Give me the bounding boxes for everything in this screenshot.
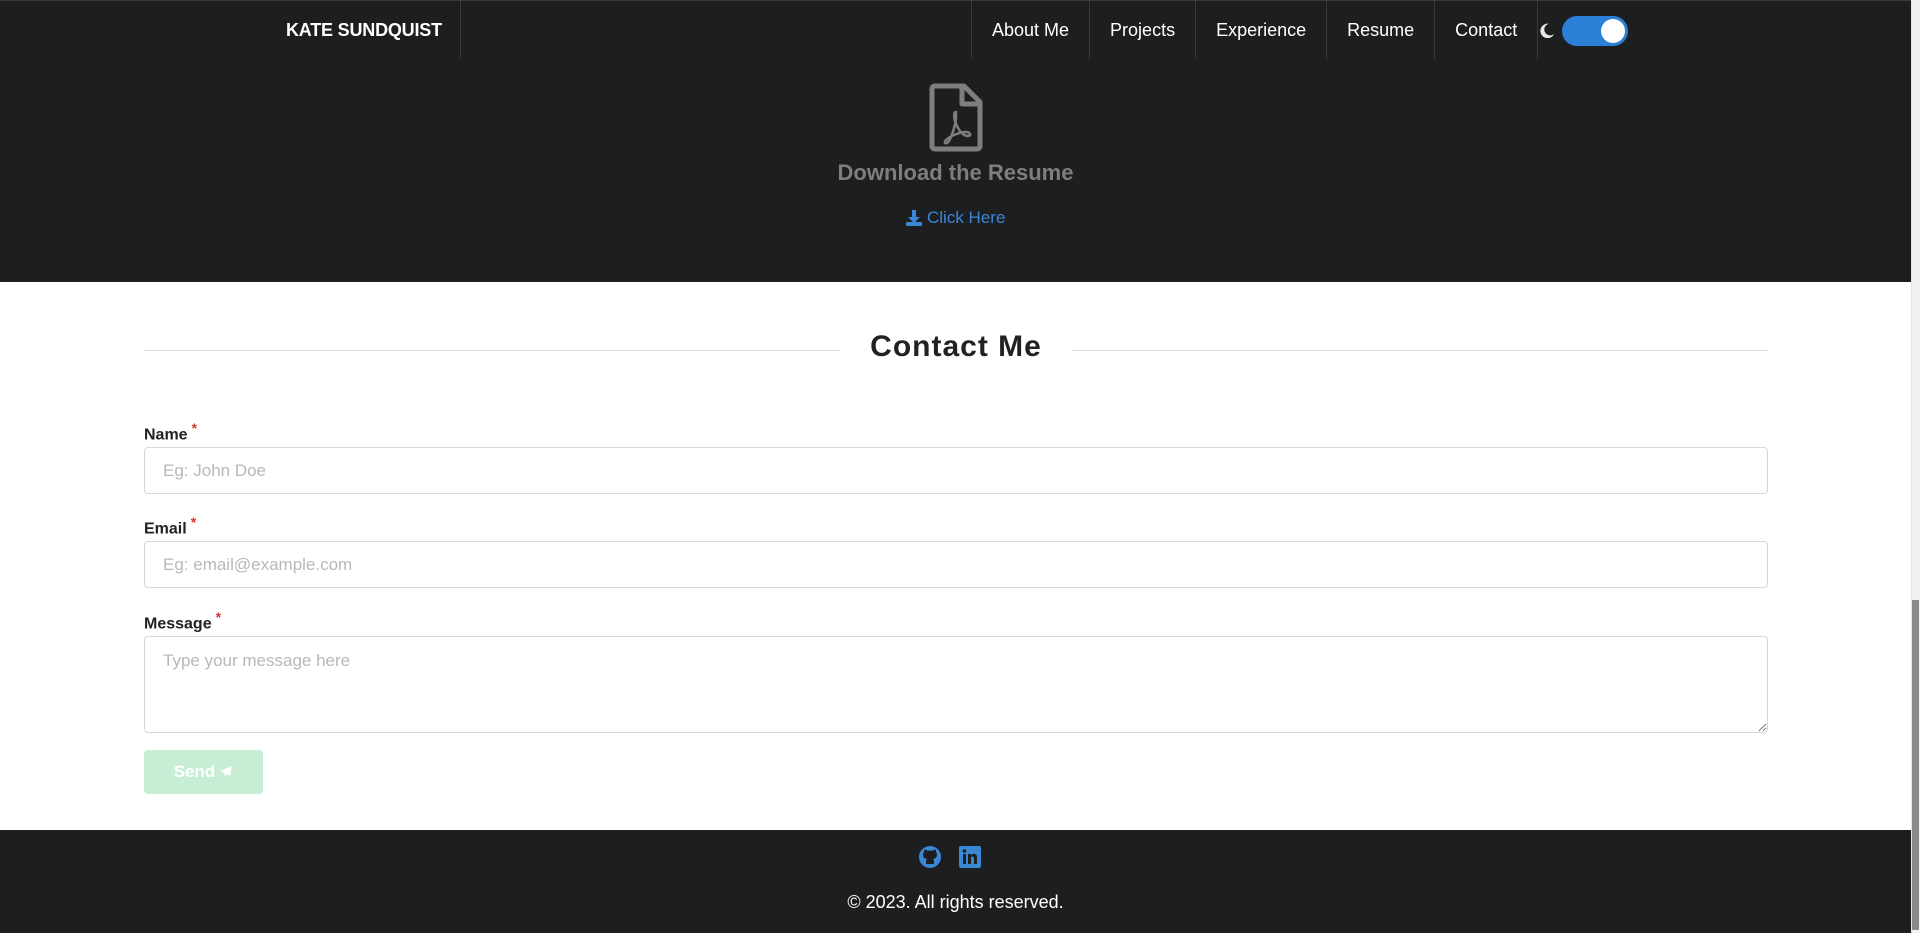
send-button[interactable]: Send (144, 750, 263, 794)
send-button-label: Send (173, 762, 216, 781)
resume-section: Download the Resume Click Here (0, 60, 1911, 282)
download-icon (906, 210, 922, 226)
name-label-text: Name (144, 426, 188, 444)
email-input[interactable] (144, 541, 1768, 588)
social-links (918, 845, 982, 869)
resume-title: Download the Resume (837, 160, 1074, 185)
page: KATE SUNDQUIST About Me Projects Experie… (0, 0, 1911, 933)
scrollbar-thumb[interactable] (1912, 600, 1919, 930)
message-label: Message * (144, 609, 221, 633)
message-textarea[interactable] (144, 636, 1768, 733)
navbar: KATE SUNDQUIST About Me Projects Experie… (0, 0, 1911, 60)
resume-download-link[interactable]: Click Here (905, 208, 1005, 228)
required-marker: * (190, 514, 197, 530)
nav-link-contact[interactable]: Contact (1434, 1, 1539, 59)
contact-section: Contact Me Name* Email* Message* Send (0, 282, 1911, 830)
nav-links: About Me Projects Experience Resume Cont… (971, 1, 1539, 59)
name-input[interactable] (144, 447, 1768, 494)
section-heading: Contact Me (144, 330, 1768, 370)
required-marker: * (215, 609, 222, 625)
nav-link-about[interactable]: About Me (971, 1, 1089, 59)
moon-icon (1540, 23, 1555, 39)
pdf-file-icon (929, 83, 983, 152)
paper-plane-icon (220, 766, 233, 777)
theme-switch[interactable] (1562, 16, 1628, 46)
nav-link-resume[interactable]: Resume (1326, 1, 1434, 59)
linkedin-icon[interactable] (958, 845, 982, 869)
email-label: Email * (144, 514, 196, 538)
brand-logo[interactable]: KATE SUNDQUIST (268, 1, 461, 59)
contact-heading: Contact Me (870, 330, 1042, 363)
required-marker: * (191, 420, 198, 436)
switch-knob (1601, 19, 1625, 43)
footer: © 2023. All rights reserved. (0, 830, 1911, 933)
nav-link-projects[interactable]: Projects (1089, 1, 1195, 59)
message-label-text: Message (144, 615, 212, 633)
name-label: Name * (144, 420, 197, 444)
github-icon[interactable] (918, 845, 942, 869)
resume-link-label: Click Here (927, 208, 1006, 227)
nav-link-experience[interactable]: Experience (1195, 1, 1326, 59)
email-label-text: Email (144, 520, 187, 538)
theme-toggle[interactable] (1538, 16, 1628, 46)
copyright-text: © 2023. All rights reserved. (847, 892, 1064, 912)
page-scrollbar[interactable] (1911, 0, 1920, 933)
